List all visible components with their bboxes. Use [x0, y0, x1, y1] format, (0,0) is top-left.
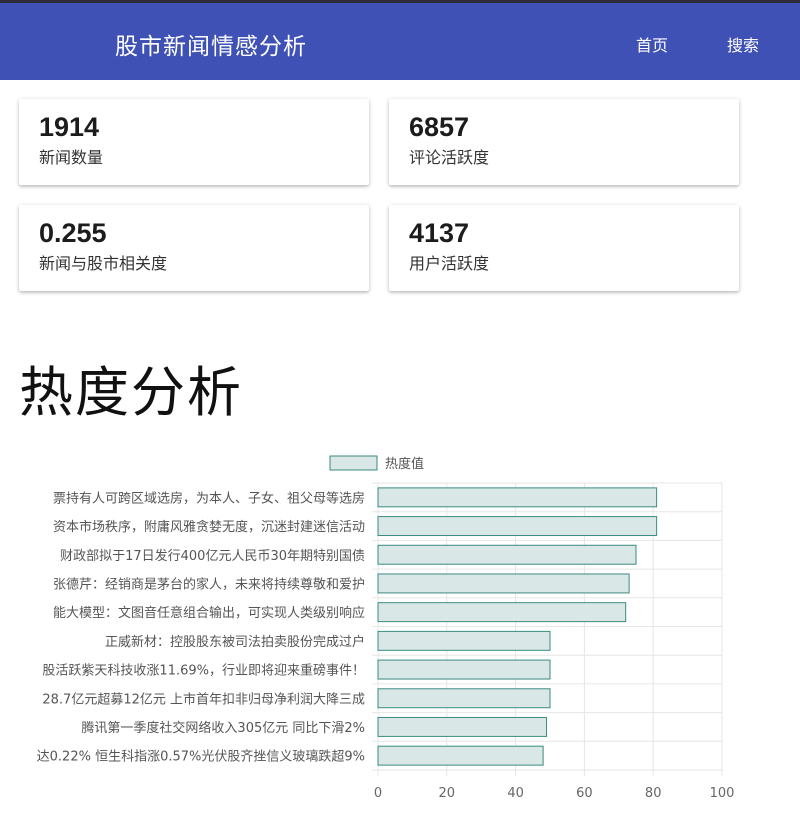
app-title[interactable]: 股市新闻情感分析: [115, 27, 307, 61]
x-tick-label: 0: [374, 786, 382, 801]
top-app-bar: 股市新闻情感分析 首页 搜索: [0, 0, 800, 80]
category-label: 28.7亿元超募12亿元 上市首年扣非归母净利润大降三成: [42, 691, 365, 707]
stat-card-comment-activity: 6857 评论活跃度: [389, 99, 739, 185]
category-label: 正威新材：控股股东被司法拍卖股份完成过户: [105, 634, 365, 650]
category-label: 财政部拟于17日发行400亿元人民币30年期特别国债: [60, 548, 365, 564]
stat-label: 评论活跃度: [409, 148, 490, 167]
nav-home-link[interactable]: 首页: [636, 32, 668, 56]
bar: [377, 630, 551, 651]
bar: [377, 516, 658, 537]
category-label: 达0.22% 恒生科指涨0.57%光伏股齐挫信义玻璃跌超9%: [37, 749, 365, 765]
heat-bar-chart: 热度值票持有人可跨区域选房，为本人、子女、祖父母等选房资本市场秩序，附庸风雅贪婪…: [0, 445, 735, 801]
bar: [377, 716, 548, 737]
legend-swatch: [329, 455, 378, 471]
stat-label: 新闻与股市相关度: [39, 254, 168, 273]
bar: [377, 487, 658, 508]
category-label: 张德芹：经销商是茅台的家人，未来将持续尊敬和爱护: [53, 576, 365, 592]
stat-value: 6857: [409, 112, 470, 142]
category-label: 股活跃紫天科技收涨11.69%，行业即将迎来重磅事件！: [42, 663, 365, 679]
bar: [377, 544, 637, 565]
label-clip-edge: [0, 445, 14, 778]
category-label: 能大模型：文图音任意组合输出，可实现人类级别响应: [53, 605, 365, 621]
x-tick-label: 100: [710, 786, 735, 801]
stat-card-user-activity: 4137 用户活跃度: [389, 205, 739, 291]
x-tick-label: 80: [645, 786, 662, 801]
category-label: 票持有人可跨区域选房，为本人、子女、祖父母等选房: [53, 490, 365, 506]
stat-value: 4137: [409, 218, 470, 248]
x-tick-label: 40: [507, 786, 524, 801]
x-tick-label: 20: [439, 786, 456, 801]
legend-label: 热度值: [385, 456, 424, 472]
category-label: 资本市场秩序，附庸风雅贪婪无度，沉迷封建迷信活动: [53, 519, 365, 535]
bar: [377, 602, 627, 623]
bar: [377, 659, 551, 680]
nav-search-link[interactable]: 搜索: [727, 32, 759, 56]
stat-label: 新闻数量: [39, 148, 104, 167]
x-tick-label: 60: [576, 786, 593, 801]
bar: [377, 745, 544, 766]
section-title-heat-analysis: 热度分析: [19, 361, 243, 424]
stat-value: 1914: [39, 112, 100, 142]
stat-label: 用户活跃度: [409, 254, 490, 273]
category-label: 腾讯第一季度社交网络收入305亿元 同比下滑2%: [81, 720, 365, 736]
bar: [377, 573, 630, 594]
stat-card-news-count: 1914 新闻数量: [19, 99, 369, 185]
bar: [377, 688, 551, 709]
stat-value: 0.255: [39, 218, 107, 248]
stat-card-correlation: 0.255 新闻与股市相关度: [19, 205, 369, 291]
